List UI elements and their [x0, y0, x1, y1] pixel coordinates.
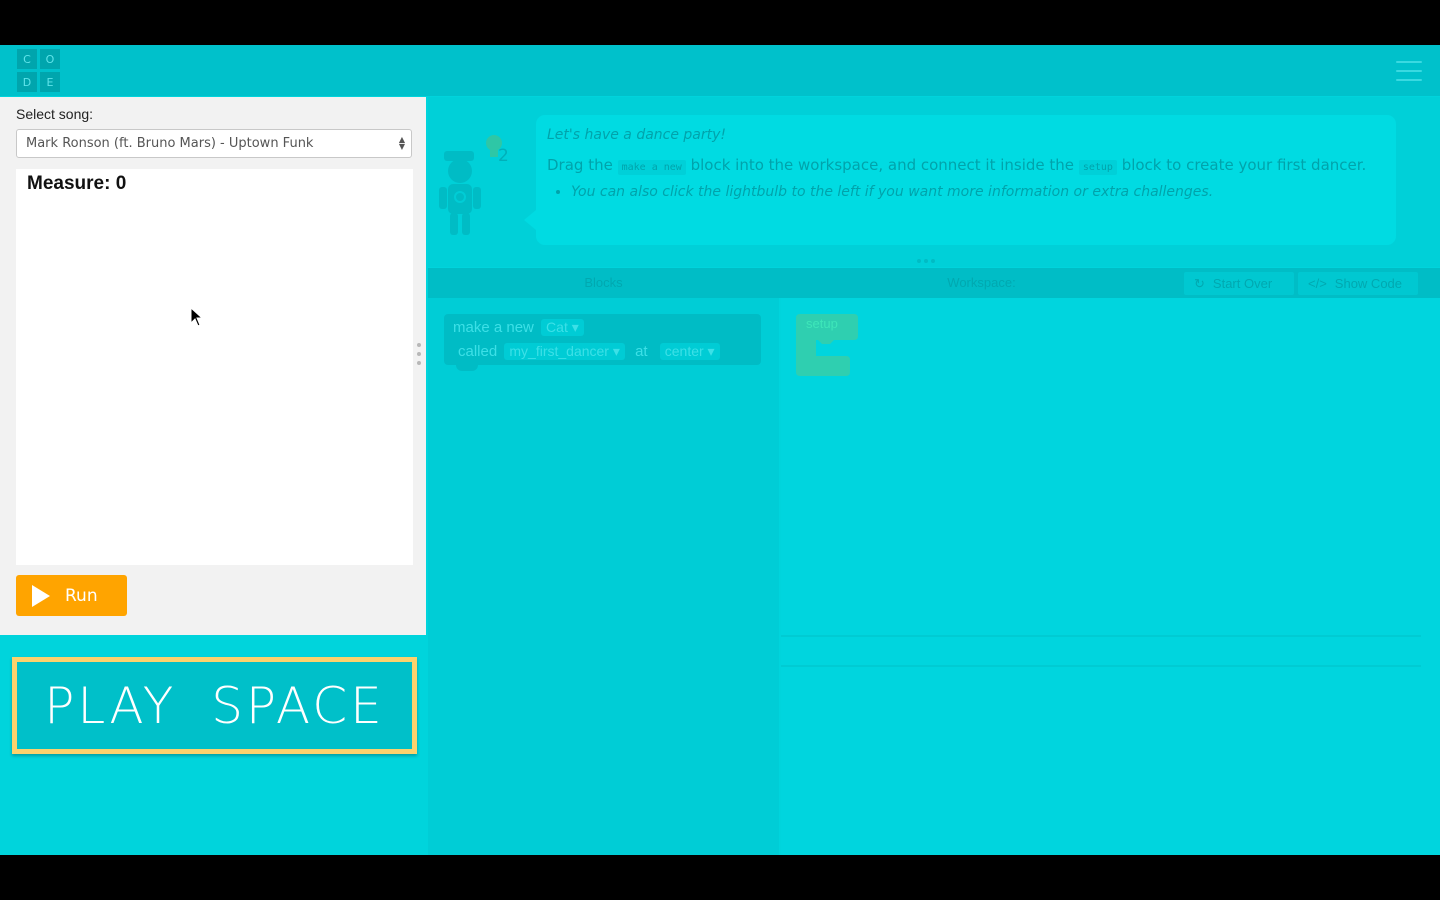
start-over-label: Start Over	[1212, 276, 1273, 291]
workspace-title: Workspace:	[947, 275, 1016, 290]
instructions-bullet: You can also click the lightbulb to the …	[571, 184, 1385, 200]
blockly-workspace[interactable]: setup	[781, 298, 1440, 855]
blocks-toolbox: make a new Cat ▾ called my_first_dancer …	[428, 298, 779, 855]
header-bar: C O D E	[0, 45, 1440, 96]
hamburger-menu-icon[interactable]	[1396, 61, 1422, 81]
show-code-button[interactable]: </> Show Code	[1298, 272, 1418, 295]
letterbox-bottom	[0, 855, 1440, 900]
show-code-label: Show Code	[1334, 276, 1403, 291]
select-arrows-icon: ▲ ▼	[398, 135, 405, 151]
toolbox-title: Blocks	[584, 275, 623, 290]
mouse-cursor-icon	[190, 307, 204, 327]
refresh-icon: ↻	[1194, 275, 1205, 291]
song-select-value: Mark Ronson (ft. Bruno Mars) - Uptown Fu…	[26, 136, 314, 151]
logo-letter: E	[40, 72, 60, 92]
start-over-button[interactable]: ↻ Start Over	[1184, 272, 1294, 295]
code-org-logo[interactable]: C O D E	[17, 49, 60, 92]
letterbox-top	[0, 0, 1440, 45]
code-inline: setup	[1078, 160, 1117, 175]
setup-label: setup	[806, 316, 838, 331]
instructions-list: You can also click the lightbulb to the …	[571, 184, 1385, 200]
panel-resize-handle[interactable]	[416, 343, 422, 365]
workspace-header: Blocks Workspace: ↻ Start Over </> Show …	[428, 268, 1440, 298]
logo-letter: O	[40, 49, 60, 69]
block-text: called	[458, 343, 498, 360]
play-icon	[32, 584, 50, 607]
instructions-title: Let's have a dance party!	[547, 127, 727, 143]
instructions-area: 2 Let's have a dance party! Drag the mak…	[428, 97, 1440, 267]
dance-canvas[interactable]: Measure: 0	[16, 169, 413, 565]
dancer-name-dropdown[interactable]: my_first_dancer ▾	[504, 343, 625, 360]
play-space-banner: PLAY SPACE	[12, 657, 417, 754]
location-dropdown[interactable]: center ▾	[659, 343, 720, 360]
divider	[781, 665, 1421, 667]
instructions-bubble: Let's have a dance party! Drag the make …	[524, 115, 1396, 245]
play-space-text: PLAY SPACE	[44, 676, 385, 735]
block-text: make a new	[453, 319, 534, 336]
block-text: at	[635, 343, 648, 360]
svg-text:2: 2	[498, 146, 509, 166]
app-window: C O D E Select song: Mark Ronson (ft. Br…	[0, 45, 1440, 855]
divider	[781, 635, 1421, 637]
make-new-sprite-block[interactable]: make a new Cat ▾ called my_first_dancer …	[444, 314, 761, 371]
instructions-text: Drag the make a new block into the works…	[547, 156, 1367, 175]
code-icon: </>	[1308, 276, 1327, 291]
song-select-label: Select song:	[16, 106, 94, 122]
lightbulb-hint-icon: 2	[486, 135, 509, 166]
character-avatar-icon: 2	[439, 135, 509, 235]
logo-letter: C	[17, 49, 37, 69]
setup-block[interactable]: setup	[796, 314, 858, 376]
visualization-panel: Select song: Mark Ronson (ft. Bruno Mars…	[0, 97, 426, 635]
run-button[interactable]: Run	[16, 575, 127, 616]
run-label: Run	[65, 585, 98, 606]
sprite-dropdown[interactable]: Cat ▾	[541, 319, 584, 336]
code-inline: make a new	[617, 160, 686, 175]
logo-letter: D	[17, 72, 37, 92]
instructions-resize-handle[interactable]	[917, 259, 935, 263]
measure-counter: Measure: 0	[27, 173, 127, 194]
song-select[interactable]: Mark Ronson (ft. Bruno Mars) - Uptown Fu…	[16, 129, 412, 158]
